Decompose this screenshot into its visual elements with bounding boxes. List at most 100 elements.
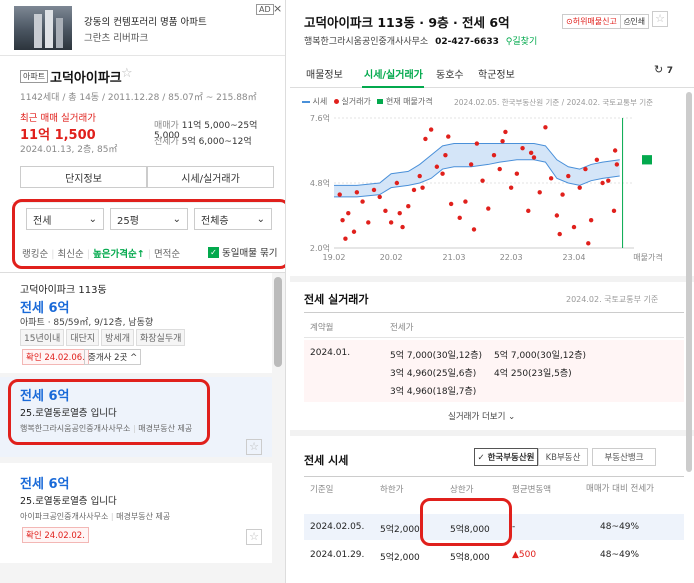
ad-banner[interactable]: 강동의 컨템포러리 명품 아파트 그란츠 리버파크 AD × <box>0 0 285 56</box>
favorite-star-icon[interactable]: ☆ <box>246 439 262 455</box>
deal-point <box>600 180 605 186</box>
print-button[interactable]: ⎙인쇄 <box>620 14 650 29</box>
price-table-header: 기준일 하한가 상한가 평균변동액 매매가 대비 전세가 <box>304 476 684 512</box>
deal-point <box>474 141 480 146</box>
tag-item: 15년이내 <box>20 329 65 346</box>
report-button[interactable]: ⊙허위매물신고 <box>562 14 621 29</box>
sort-ranking[interactable]: 랭킹순 <box>22 249 48 260</box>
group-building: 고덕아이파크 113동 <box>20 285 107 296</box>
deal-point <box>397 210 402 216</box>
sort-options: 랭킹순 | 최신순 | 높은가격순↑ | 면적순 <box>22 249 181 260</box>
complex-info-button[interactable]: 단지정보 <box>20 166 147 188</box>
agent-phone[interactable]: 02-427-6633 <box>435 37 499 47</box>
deal-point <box>371 187 377 193</box>
deal-point <box>508 185 514 190</box>
left-panel: 강동의 컨템포러리 명품 아파트 그란츠 리버파크 AD × 아파트 고덕아이파… <box>0 0 286 583</box>
trade-type-value: 전세 <box>33 215 52 227</box>
listing-agent[interactable]: 아이파크공인중개사사무소 <box>20 512 108 521</box>
agent-name[interactable]: 행복한그라시움공인중개사사무소 <box>304 37 428 47</box>
deal-point <box>548 176 554 181</box>
jeonse-deals-title: 전세 실거래가 <box>304 293 369 306</box>
tab-listing-info[interactable]: 매물정보 <box>306 66 343 81</box>
favorite-star-icon[interactable]: ☆ <box>121 66 133 81</box>
section-divider <box>290 276 694 282</box>
listing-list: 고덕아이파크 113동 전세 6억 아파트 · 85/59㎡, 9/12층, 남… <box>0 272 285 583</box>
col-month: 계약월 <box>310 323 334 333</box>
agents-toggle[interactable]: 중개사 2곳 ^ <box>84 349 142 365</box>
complex-name: 고덕아이파크 <box>50 71 122 86</box>
x-tick-label: 22.03 <box>500 253 523 262</box>
deal-point <box>514 171 520 176</box>
tag-item: 화장실두개 <box>135 329 186 346</box>
price-info-button[interactable]: 시세/실거래가 <box>147 166 274 188</box>
price-row-high: 5억8,000 <box>450 525 490 535</box>
tab-price[interactable]: 시세/실거래가 <box>364 66 423 81</box>
listing-agent[interactable]: 행복한그라시움공인중개사사무소 <box>20 424 130 433</box>
detail-scrollbar[interactable] <box>686 92 692 472</box>
legend-current-label: 현재 매물가격 <box>385 97 433 106</box>
siren-icon: ⊙ <box>566 17 573 26</box>
refresh-icon[interactable]: ↻ 7 <box>654 63 673 76</box>
price-row-change: - <box>512 522 516 532</box>
deal-entry: 5억 7,000(30일,12층) <box>494 351 586 361</box>
ad-close-icon[interactable]: × <box>273 2 282 15</box>
deal-point <box>346 210 351 216</box>
y-tick-label: 4.8억 <box>310 178 330 188</box>
complex-info: 1142세대 / 총 14동 / 2011.12.28 / 85.07㎡ ~ 2… <box>20 93 257 103</box>
sale-range-label: 매매가 <box>154 121 179 131</box>
confirm-date-badge: 확인 24.02.02. <box>22 527 89 543</box>
tab-units[interactable]: 동호수 <box>436 66 464 81</box>
sort-latest[interactable]: 최신순 <box>58 249 84 260</box>
deal-point <box>388 220 394 225</box>
list-scrollbar[interactable] <box>274 277 282 367</box>
deal-point <box>351 229 357 234</box>
price-band-area <box>334 143 620 197</box>
floor-value: 전체층 <box>201 215 229 227</box>
legend-band-icon <box>302 100 310 103</box>
ad-subtitle: 그란츠 리버파크 <box>84 33 149 44</box>
sort-area[interactable]: 면적순 <box>154 249 180 260</box>
deal-point <box>480 178 485 183</box>
recent-deal-price: 11억 1,500 <box>20 128 96 143</box>
report-button-label: 허위매물신고 <box>572 17 617 26</box>
x-tick-label: 23.04 <box>563 253 586 262</box>
provider-kab-button[interactable]: ✓ 한국부동산원 <box>474 448 538 466</box>
price-row-ratio: 48~49% <box>600 550 639 560</box>
deal-point <box>337 192 342 197</box>
provider-bank-button[interactable]: 부동산뱅크 <box>592 448 656 466</box>
jeonse-deals-source: 2024.02. 국토교통부 기준 <box>566 295 659 304</box>
group-price: 전세 6억 <box>20 301 70 316</box>
recent-deal-date: 2024.01.13, 2층, 85㎡ <box>20 145 118 155</box>
deal-point <box>443 152 448 158</box>
area-select[interactable]: 25평 ⌄ <box>110 208 188 230</box>
favorite-star-icon[interactable]: ☆ <box>652 11 668 27</box>
price-row-low: 5억2,000 <box>380 525 420 535</box>
listing-item[interactable]: 전세 6억 25.로열동로열층 입니다 행복한그라시움공인중개사사무소 | 매경… <box>0 377 272 457</box>
price-chart[interactable]: 7.6억 4.8억 2.0억19.02 20.02 21.03 22.03 23.04 매물가… <box>304 110 664 268</box>
trade-type-select[interactable]: 전세 ⌄ <box>26 208 104 230</box>
ad-badge: AD <box>256 4 274 15</box>
provider-kb-button[interactable]: KB부동산 <box>538 448 588 466</box>
deal-point <box>577 185 582 190</box>
group-card[interactable]: 고덕아이파크 113동 전세 6억 아파트 · 85/59㎡, 9/12층, 남… <box>0 273 272 373</box>
tab-school[interactable]: 학군정보 <box>478 66 515 81</box>
deal-point <box>366 220 371 225</box>
confirm-date-badge: 확인 24.02.06. <box>22 349 89 365</box>
listing-item[interactable]: 전세 6억 25.로열동로열층 입니다 아이파크공인중개사사무소 | 매경부동산… <box>0 463 272 563</box>
group-spec: 아파트 · 85/59㎡, 9/12층, 남동향 <box>20 318 154 328</box>
deal-point <box>503 129 508 135</box>
sort-high-price[interactable]: 높은가격순↑ <box>93 249 145 260</box>
price-row-ratio: 48~49% <box>600 522 639 532</box>
agent-line: 행복한그라시움공인중개사사무소 02-427-6633 ⚲길찾기 <box>304 34 537 47</box>
deal-point <box>500 139 505 144</box>
tag-item: 방세개 <box>101 329 134 346</box>
group-listings-toggle[interactable]: ✓ 동일매물 묶기 <box>208 245 277 259</box>
price-row-date: 2024.02.05. <box>310 522 365 532</box>
directions-link[interactable]: ⚲길찾기 <box>506 37 537 47</box>
favorite-star-icon[interactable]: ☆ <box>246 529 262 545</box>
deal-point <box>440 171 445 176</box>
floor-select[interactable]: 전체층 ⌄ <box>194 208 272 230</box>
more-deals-link[interactable]: 실거래가 더보기 ⌄ <box>448 410 515 422</box>
deal-point <box>377 194 382 200</box>
deal-point <box>420 185 425 190</box>
